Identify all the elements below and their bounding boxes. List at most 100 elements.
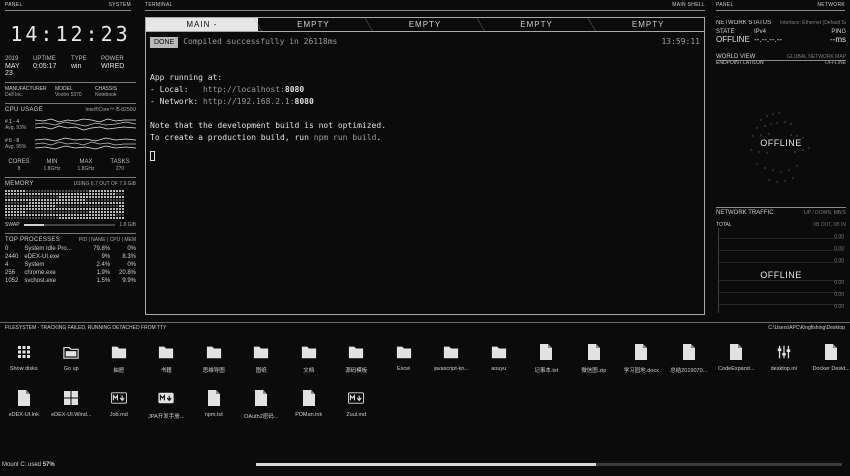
- file-item[interactable]: 源码模板: [333, 344, 381, 374]
- settings-icon: [776, 344, 792, 360]
- file-item[interactable]: Go up: [48, 344, 96, 374]
- memory-cell: [32, 217, 34, 219]
- memory-cell: [50, 211, 52, 213]
- process-pid: 2440: [5, 254, 19, 260]
- memory-cell: [59, 217, 61, 219]
- memory-cell: [113, 205, 115, 207]
- file-item[interactable]: Excel: [380, 344, 428, 374]
- memory-cell: [104, 193, 106, 195]
- memory-cell: [116, 202, 118, 204]
- folder-up-icon: [63, 344, 79, 360]
- tab-empty-2[interactable]: EMPTY: [369, 18, 485, 32]
- file-item[interactable]: Docker Deskt...: [808, 344, 850, 374]
- network-url[interactable]: http://192.168.2.1:: [203, 97, 295, 106]
- file-item[interactable]: JPA开发手册...: [143, 390, 191, 420]
- file-name: 总结2019070...: [670, 368, 708, 374]
- file-item[interactable]: 文档: [285, 344, 333, 374]
- terminal-window[interactable]: MAIN - EMPTY EMPTY EMPTY EMPTY DONE Compi…: [145, 17, 705, 315]
- memory-cell: [95, 202, 97, 204]
- file-item[interactable]: eDEX-UI.Wind...: [48, 390, 96, 420]
- memory-cell: [8, 193, 10, 195]
- file-item[interactable]: javascript-kn...: [428, 344, 476, 374]
- traffic-scale: 0.00: [834, 246, 844, 252]
- memory-cell: [35, 193, 37, 195]
- memory-cell: [95, 214, 97, 216]
- file-item[interactable]: aouyu: [475, 344, 523, 374]
- file-item[interactable]: Zuul.md: [333, 390, 381, 420]
- cores-label: CORES: [8, 159, 30, 165]
- tab-empty-3[interactable]: EMPTY: [481, 18, 596, 32]
- file-item[interactable]: 思维导图: [190, 344, 238, 374]
- memory-cell: [50, 190, 52, 192]
- tab-empty-4[interactable]: EMPTY: [592, 18, 704, 31]
- file-item[interactable]: Job.md: [95, 390, 143, 420]
- memory-cell: [14, 199, 16, 201]
- folder-icon: [111, 344, 127, 360]
- memory-cell: [29, 202, 31, 204]
- right-panel-label: PANEL: [716, 2, 734, 8]
- file-item[interactable]: eDEX-UI.lnk: [0, 390, 48, 420]
- min-label: MIN: [46, 159, 58, 165]
- file-item[interactable]: 总结2019070...: [665, 344, 713, 374]
- local-url-line: - Local: http://localhost:8080: [150, 84, 700, 96]
- file-name: Job.md: [109, 412, 128, 418]
- memory-cell: [41, 190, 43, 192]
- file-item[interactable]: 图纸: [238, 344, 286, 374]
- memory-cell: [53, 199, 55, 201]
- network-status-title: NETWORK STATUS: [716, 20, 772, 26]
- memory-cell: [8, 217, 10, 219]
- memory-cell: [11, 217, 13, 219]
- memory-cell: [116, 217, 118, 219]
- filesystem-row-1: Show disks Go up 抽屉 书籍 思维导图 图纸 文档 源码模板 Excel java…: [0, 344, 850, 374]
- memory-cell: [98, 208, 100, 210]
- memory-cell: [122, 199, 124, 201]
- memory-cell: [44, 193, 46, 195]
- file-item[interactable]: OAuth2密码...: [238, 390, 286, 420]
- ipv4-value: --.--.--.--: [754, 35, 782, 44]
- local-url[interactable]: http://localhost:: [203, 85, 285, 94]
- file-item[interactable]: CodeExpand...: [713, 344, 761, 374]
- memory-cell: [8, 190, 10, 192]
- file-item[interactable]: npm.txt: [190, 390, 238, 420]
- file-item[interactable]: 学习园地.docx: [618, 344, 666, 374]
- file-item[interactable]: Show disks: [0, 344, 48, 374]
- memory-cell: [119, 199, 121, 201]
- network-panel: NETWORK STATUS Interface: Ethernet (Defa…: [716, 10, 846, 315]
- memory-cell: [26, 190, 28, 192]
- tab-main[interactable]: MAIN -: [146, 18, 262, 32]
- terminal-output[interactable]: DONE Compiled successfully in 26118ms 13:…: [146, 32, 704, 166]
- memory-cell: [86, 190, 88, 192]
- file-item[interactable]: desktop.ini: [760, 344, 808, 374]
- memory-cell: [119, 208, 121, 210]
- file-name: 微信图.zip: [581, 368, 607, 374]
- memory-cell: [98, 205, 100, 207]
- memory-cell: [56, 205, 58, 207]
- file-item[interactable]: 记事本.txt: [523, 344, 571, 374]
- mount-text: Mount C: used: [2, 462, 42, 468]
- file-item[interactable]: 书籍: [143, 344, 191, 374]
- memory-cell: [20, 211, 22, 213]
- memory-cell: [74, 205, 76, 207]
- file-item[interactable]: 微信图.zip: [570, 344, 618, 374]
- memory-cell: [122, 205, 124, 207]
- memory-cell: [5, 208, 7, 210]
- mount-percent: 57%: [42, 462, 55, 468]
- folder-icon: [206, 344, 222, 360]
- memory-cell: [77, 199, 79, 201]
- memory-cell: [47, 199, 49, 201]
- file-item[interactable]: PDMan.lnk: [285, 390, 333, 420]
- memory-cell: [17, 211, 19, 213]
- memory-cell: [17, 208, 19, 210]
- memory-cell: [56, 208, 58, 210]
- process-mem: 20.8%: [118, 270, 136, 276]
- file-name: OAuth2密码...: [244, 414, 279, 420]
- tab-empty-1[interactable]: EMPTY: [258, 18, 373, 32]
- memory-cell: [38, 193, 40, 195]
- memory-cell: [8, 205, 10, 207]
- file-item[interactable]: 抽屉: [95, 344, 143, 374]
- memory-cell: [74, 196, 76, 198]
- memory-cell: [32, 214, 34, 216]
- folder-icon: [301, 344, 317, 360]
- file-name: eDEX-UI.lnk: [8, 412, 39, 418]
- memory-cell: [107, 211, 109, 213]
